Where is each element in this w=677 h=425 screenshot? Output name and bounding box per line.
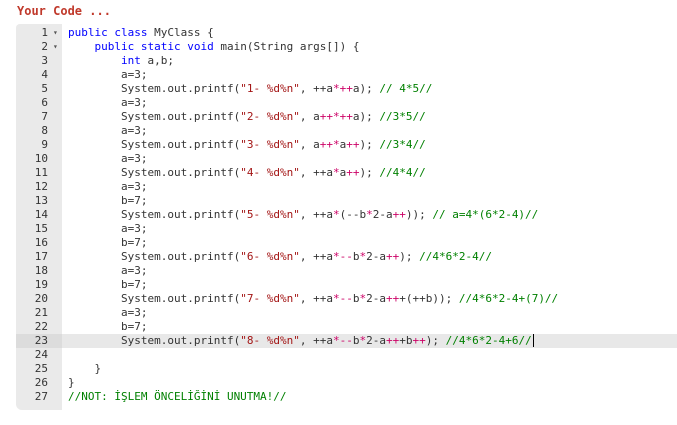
line-number: 8	[41, 124, 48, 137]
code-line[interactable]: 21 a=3;	[16, 306, 677, 320]
line-number: 12	[34, 180, 48, 193]
code-line[interactable]: 8 a=3;	[16, 124, 677, 138]
line-number: 15	[34, 222, 48, 235]
code-line[interactable]: 15 a=3;	[16, 222, 677, 236]
code-line[interactable]: 2 ▾ public static void main(String args[]…	[16, 40, 677, 54]
line-number: 21	[34, 306, 48, 319]
fold-arrow-icon[interactable]: ▾	[53, 40, 58, 54]
line-number: 27	[34, 390, 48, 403]
line-number: 6	[41, 96, 48, 109]
code-line[interactable]: 18 a=3;	[16, 264, 677, 278]
code-text[interactable]: System.out.printf("2- %d%n", a++*++a); /…	[62, 110, 677, 124]
line-number: 14	[34, 208, 48, 221]
line-number: 16	[34, 236, 48, 249]
code-text[interactable]: a=3;	[62, 96, 677, 110]
line-number: 10	[34, 152, 48, 165]
code-line[interactable]: 6 a=3;	[16, 96, 677, 110]
line-number: 26	[34, 376, 48, 389]
code-text[interactable]: System.out.printf("8- %d%n", ++a*--b*2-a…	[62, 334, 677, 348]
line-number: 11	[34, 166, 48, 179]
line-number: 18	[34, 264, 48, 277]
code-text[interactable]: a=3;	[62, 124, 677, 138]
code-line[interactable]: 3 int a,b;	[16, 54, 677, 68]
code-line[interactable]: 11 System.out.printf("4- %d%n", ++a*a++)…	[16, 166, 677, 180]
line-number: 24	[34, 348, 48, 361]
code-text[interactable]: System.out.printf("1- %d%n", ++a*++a); /…	[62, 82, 677, 96]
line-number: 3	[41, 54, 48, 67]
line-number: 22	[34, 320, 48, 333]
line-number: 25	[34, 362, 48, 375]
code-line[interactable]: 14 System.out.printf("5- %d%n", ++a*(--b…	[16, 208, 677, 222]
code-lines: 1 ▾ public class MyClass {2 ▾ public static…	[16, 26, 677, 404]
code-text[interactable]: public class MyClass {	[62, 26, 677, 40]
line-number: 13	[34, 194, 48, 207]
code-text[interactable]: a=3;	[62, 180, 677, 194]
code-text[interactable]: int a,b;	[62, 54, 677, 68]
code-text[interactable]: System.out.printf("6- %d%n", ++a*--b*2-a…	[62, 250, 677, 264]
code-section-title: Your Code ...	[17, 4, 111, 18]
code-line[interactable]: 9 System.out.printf("3- %d%n", a++*a++);…	[16, 138, 677, 152]
line-number: 23	[16, 334, 62, 348]
code-text[interactable]: }	[62, 362, 677, 376]
code-text[interactable]: System.out.printf("4- %d%n", ++a*a++); /…	[62, 166, 677, 180]
code-text[interactable]: a=3;	[62, 152, 677, 166]
code-line[interactable]: 1 ▾ public class MyClass {	[16, 26, 677, 40]
code-line[interactable]: 4 a=3;	[16, 68, 677, 82]
line-number: 9	[41, 138, 48, 151]
code-text[interactable]: System.out.printf("7- %d%n", ++a*--b*2-a…	[62, 292, 677, 306]
code-line[interactable]: 22 b=7;	[16, 320, 677, 334]
code-line[interactable]: 19 b=7;	[16, 278, 677, 292]
code-line[interactable]: 5 System.out.printf("1- %d%n", ++a*++a);…	[16, 82, 677, 96]
code-text[interactable]: b=7;	[62, 278, 677, 292]
code-line[interactable]: 25 }	[16, 362, 677, 376]
code-text[interactable]: a=3;	[62, 306, 677, 320]
code-line[interactable]: 23 System.out.printf("8- %d%n", ++a*--b*…	[16, 334, 677, 348]
code-text[interactable]: b=7;	[62, 236, 677, 250]
code-line[interactable]: 17 System.out.printf("6- %d%n", ++a*--b*…	[16, 250, 677, 264]
code-text[interactable]: a=3;	[62, 222, 677, 236]
code-text[interactable]: }	[62, 376, 677, 390]
code-line[interactable]: 13 b=7;	[16, 194, 677, 208]
code-line[interactable]: 10 a=3;	[16, 152, 677, 166]
code-text[interactable]: //NOT: İŞLEM ÖNCELİĞİNİ UNUTMA!//	[62, 390, 677, 404]
code-line[interactable]: 12 a=3;	[16, 180, 677, 194]
code-text[interactable]: a=3;	[62, 264, 677, 278]
fold-arrow-icon[interactable]: ▾	[53, 26, 58, 40]
code-text[interactable]: public static void main(String args[]) {	[62, 40, 677, 54]
code-line[interactable]: 26}	[16, 376, 677, 390]
code-line[interactable]: 7 System.out.printf("2- %d%n", a++*++a);…	[16, 110, 677, 124]
line-number: 20	[34, 292, 48, 305]
line-number: 7	[41, 110, 48, 123]
line-number: 4	[41, 68, 48, 81]
code-text[interactable]: b=7;	[62, 320, 677, 334]
text-cursor	[532, 334, 534, 347]
code-text[interactable]: System.out.printf("5- %d%n", ++a*(--b*2-…	[62, 208, 677, 222]
code-line[interactable]: 16 b=7;	[16, 236, 677, 250]
code-line[interactable]: 20 System.out.printf("7- %d%n", ++a*--b*…	[16, 292, 677, 306]
line-number: 5	[41, 82, 48, 95]
code-line[interactable]: 27 //NOT: İŞLEM ÖNCELİĞİNİ UNUTMA!//	[16, 390, 677, 404]
code-text[interactable]	[62, 348, 677, 362]
code-editor[interactable]: 1 ▾ public class MyClass {2 ▾ public static…	[16, 24, 677, 410]
code-text[interactable]: System.out.printf("3- %d%n", a++*a++); /…	[62, 138, 677, 152]
code-text[interactable]: b=7;	[62, 194, 677, 208]
code-line[interactable]: 24	[16, 348, 677, 362]
line-number: 17	[34, 250, 48, 263]
code-text[interactable]: a=3;	[62, 68, 677, 82]
line-number: 19	[34, 278, 48, 291]
